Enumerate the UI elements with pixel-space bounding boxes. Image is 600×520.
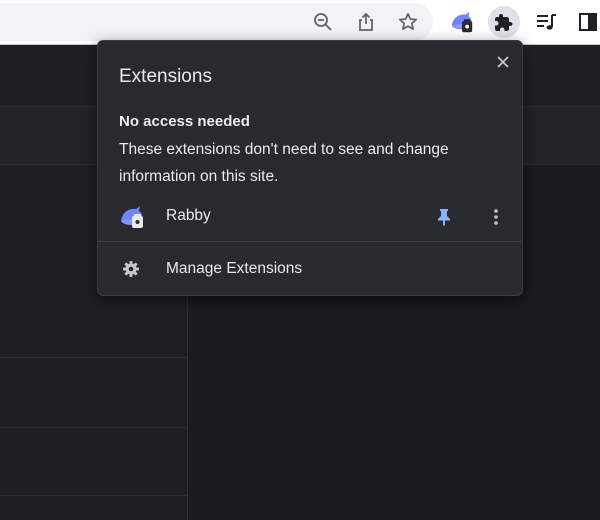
extensions-puzzle-icon[interactable] bbox=[488, 6, 520, 38]
pane-divider bbox=[0, 357, 188, 358]
pin-button[interactable] bbox=[432, 203, 456, 231]
popup-title: Extensions bbox=[119, 66, 212, 87]
bookmark-star-icon[interactable] bbox=[392, 6, 424, 38]
pin-icon bbox=[438, 209, 450, 226]
extension-name: Rabby bbox=[166, 207, 211, 224]
zoom-out-icon[interactable] bbox=[307, 6, 339, 38]
section-description: These extensions don't need to see and c… bbox=[119, 141, 449, 185]
extensions-popup: Extensions No access needed These extens… bbox=[97, 40, 523, 296]
more-vert-icon bbox=[494, 209, 498, 225]
section-heading: No access needed bbox=[119, 113, 250, 130]
side-panel-icon[interactable] bbox=[572, 6, 600, 38]
manage-extensions-label: Manage Extensions bbox=[166, 260, 303, 277]
share-icon[interactable] bbox=[350, 6, 382, 38]
rabby-extension-icon[interactable] bbox=[446, 6, 478, 38]
rabby-icon bbox=[118, 203, 146, 231]
more-options-button[interactable] bbox=[486, 203, 506, 231]
close-button[interactable] bbox=[492, 51, 514, 73]
browser-toolbar bbox=[0, 0, 600, 45]
extension-row-rabby[interactable]: Rabby bbox=[98, 199, 522, 237]
pane-divider bbox=[0, 495, 188, 496]
popup-divider bbox=[98, 241, 522, 242]
media-queue-icon[interactable] bbox=[530, 6, 562, 38]
gear-icon bbox=[122, 260, 140, 278]
manage-extensions-button[interactable]: Manage Extensions bbox=[98, 251, 522, 287]
close-icon bbox=[497, 56, 509, 68]
pane-divider bbox=[0, 427, 188, 428]
